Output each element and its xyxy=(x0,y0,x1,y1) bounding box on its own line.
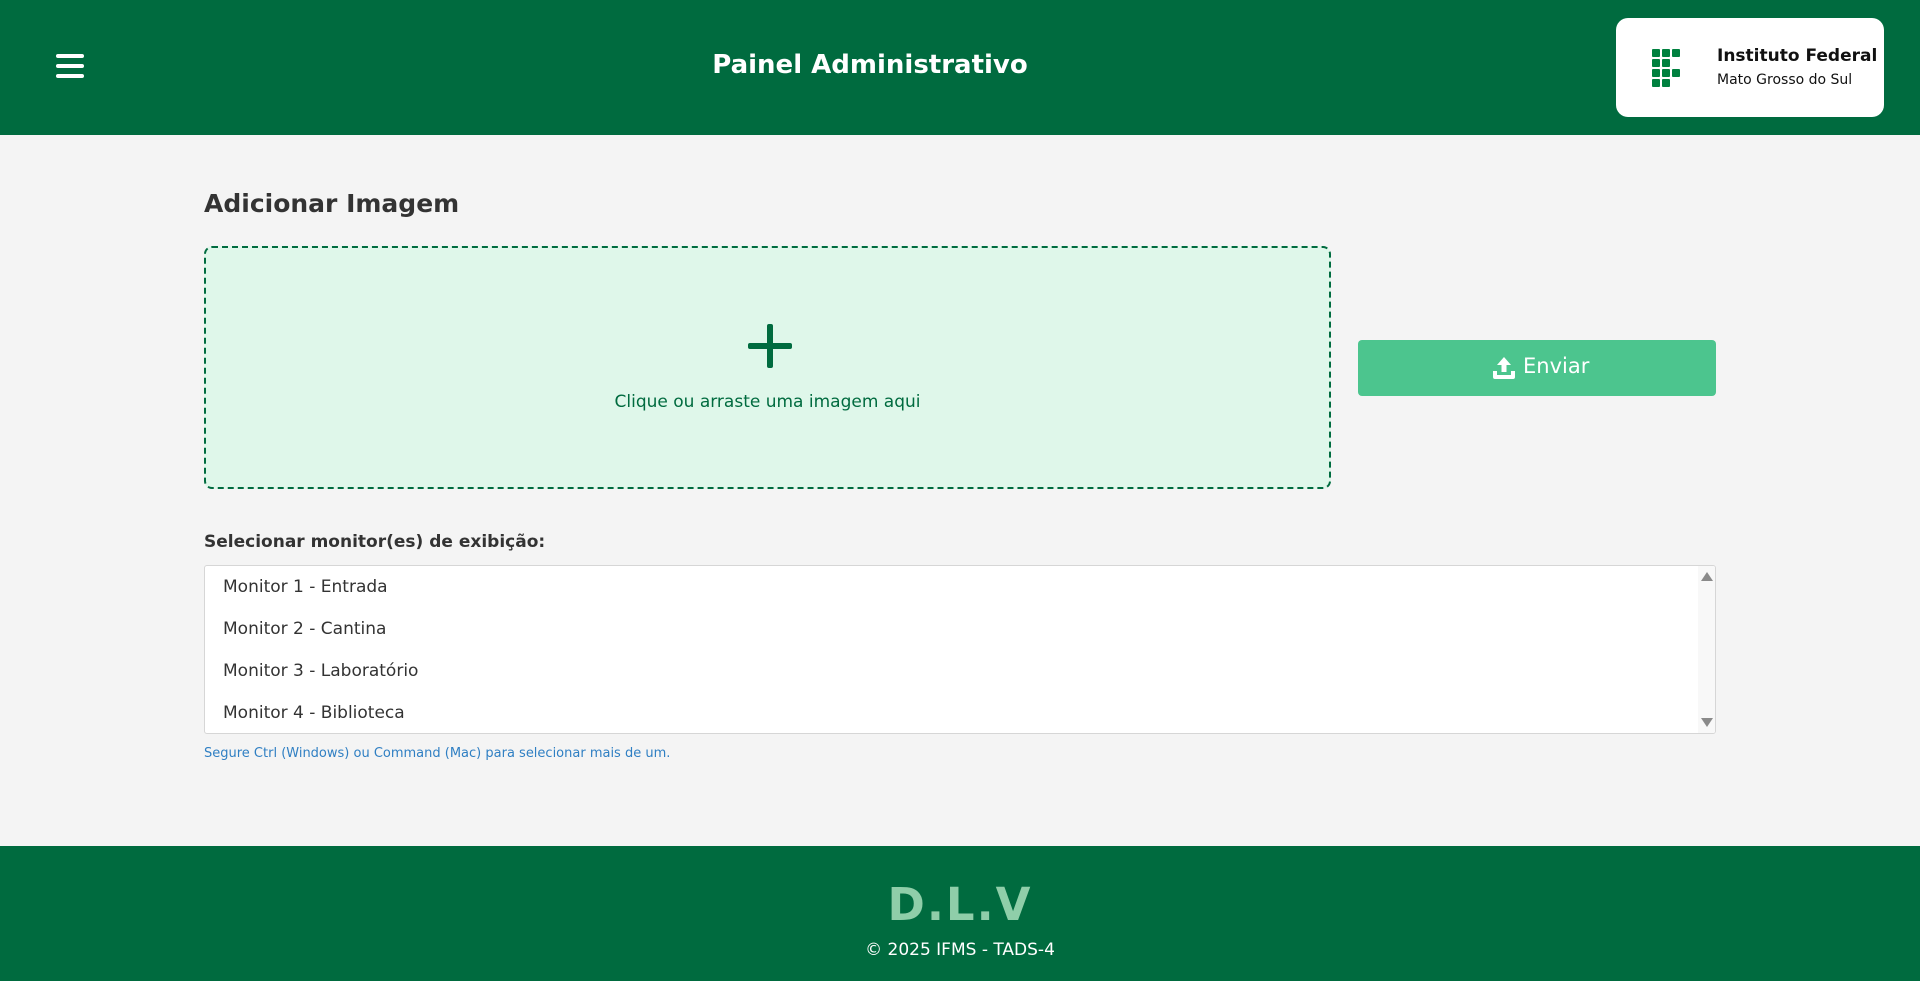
institution-logo: Instituto Federal Mato Grosso do Sul xyxy=(1616,18,1884,117)
logo-subtitle: Mato Grosso do Sul xyxy=(1717,72,1853,88)
listbox-scrollbar[interactable] xyxy=(1698,566,1715,733)
send-button-label: Enviar xyxy=(1523,354,1590,378)
monitor-option[interactable]: Monitor 1 - Entrada xyxy=(223,577,388,597)
scroll-down-arrow-icon[interactable] xyxy=(1701,718,1713,727)
ifms-logo-icon xyxy=(1652,49,1682,87)
footer-brand: D.L.V xyxy=(887,878,1033,931)
section-title: Adicionar Imagem xyxy=(204,189,460,218)
monitor-option[interactable]: Monitor 4 - Biblioteca xyxy=(223,703,405,723)
upload-icon xyxy=(1493,357,1515,379)
footer-copyright: © 2025 IFMS - TADS-4 xyxy=(865,940,1055,960)
monitor-multiselect[interactable]: Monitor 1 - Entrada Monitor 2 - Cantina … xyxy=(204,565,1716,734)
scroll-up-arrow-icon[interactable] xyxy=(1701,572,1713,581)
dropzone-text: Clique ou arraste uma imagem aqui xyxy=(614,392,921,412)
page-footer: D.L.V © 2025 IFMS - TADS-4 xyxy=(0,846,1920,981)
monitor-option[interactable]: Monitor 2 - Cantina xyxy=(223,619,386,639)
page-title: Painel Administrativo xyxy=(712,50,1028,80)
image-dropzone[interactable]: Clique ou arraste uma imagem aqui xyxy=(204,246,1331,489)
top-header: Painel Administrativo Instituto Federal … xyxy=(0,0,1920,135)
monitor-select-label: Selecionar monitor(es) de exibição: xyxy=(204,532,546,552)
send-button[interactable]: Enviar xyxy=(1358,340,1716,396)
plus-icon xyxy=(748,324,792,368)
monitor-option[interactable]: Monitor 3 - Laboratório xyxy=(223,661,418,681)
logo-title: Instituto Federal xyxy=(1717,46,1878,66)
multiselect-hint: Segure Ctrl (Windows) ou Command (Mac) p… xyxy=(204,746,671,761)
